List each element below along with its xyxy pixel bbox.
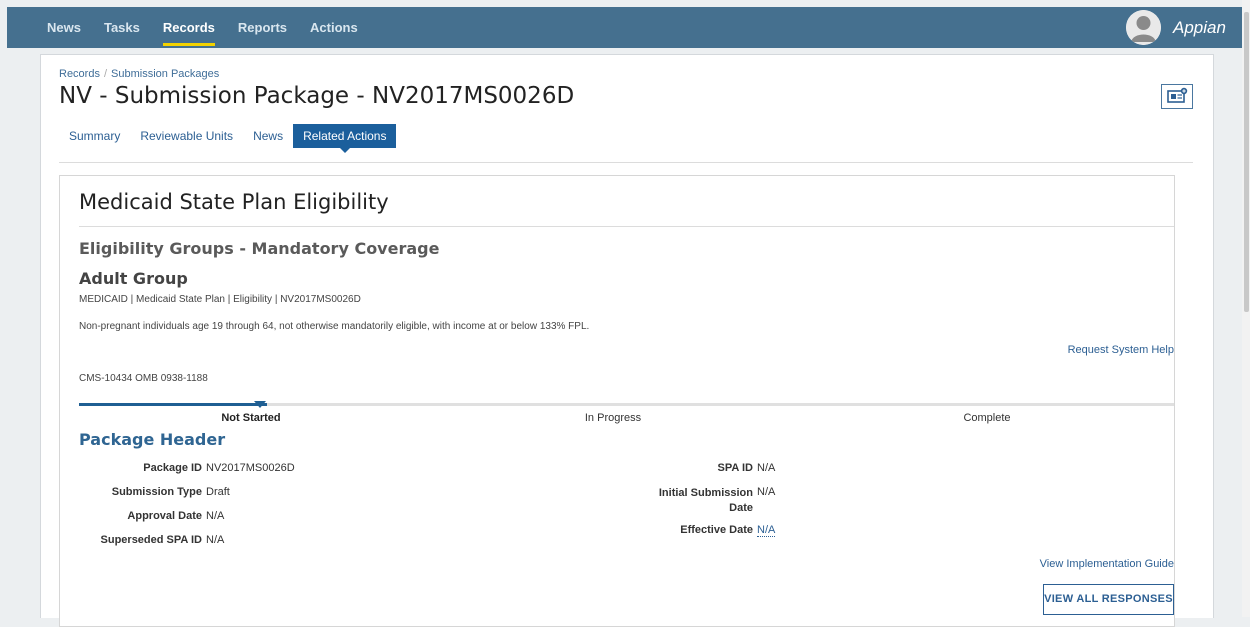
step-complete: Complete <box>963 412 1011 424</box>
field-label: Initial Submission Date <box>659 486 753 516</box>
nav-tasks[interactable]: Tasks <box>104 7 140 48</box>
view-all-responses-button[interactable]: VIEW ALL RESPONSES <box>1043 584 1174 615</box>
form-title: Medicaid State Plan Eligibility <box>79 190 389 214</box>
breadcrumb: Records / Submission Packages <box>59 68 219 80</box>
field-value: N/A <box>206 534 225 546</box>
section-heading: Eligibility Groups - Mandatory Coverage <box>79 239 440 258</box>
field-value: NV2017MS0026D <box>206 462 295 474</box>
field-label-line2: Date <box>729 502 753 514</box>
breadcrumb-records[interactable]: Records <box>59 68 100 80</box>
breadcrumb-submission-packages[interactable]: Submission Packages <box>111 68 219 80</box>
breadcrumb-separator: / <box>103 68 108 80</box>
package-header-heading: Package Header <box>79 430 226 449</box>
progress-marker <box>254 401 266 408</box>
step-not-started: Not Started <box>221 412 281 424</box>
field-label: Package ID <box>143 462 202 474</box>
main-nav: News Tasks Records Reports Actions <box>47 7 381 48</box>
omb-number: CMS-10434 OMB 0938-1188 <box>79 373 208 384</box>
field-value: N/A <box>757 462 776 474</box>
news-export-icon <box>1167 87 1188 103</box>
user-avatar[interactable] <box>1126 10 1161 45</box>
divider <box>59 162 1193 163</box>
nav-actions[interactable]: Actions <box>310 7 358 48</box>
nav-records[interactable]: Records <box>162 7 215 48</box>
field-value: N/A <box>206 510 225 522</box>
field-label: Effective Date <box>680 524 753 536</box>
appian-logo: Appian <box>1173 18 1226 37</box>
field-label: Superseded SPA ID <box>100 534 202 546</box>
page-title: NV - Submission Package - NV2017MS0026D <box>59 83 575 109</box>
effective-date-link[interactable]: N/A <box>757 524 776 537</box>
request-system-help-link[interactable]: Request System Help <box>874 344 1174 356</box>
record-page: Records / Submission Packages NV - Submiss… <box>40 54 1214 627</box>
nav-reports[interactable]: Reports <box>238 7 287 48</box>
content-card: Medicaid State Plan Eligibility Eligibil… <box>59 175 1175 627</box>
tab-reviewable-units[interactable]: Reviewable Units <box>130 124 243 148</box>
record-meta: MEDICAID | Medicaid State Plan | Eligibi… <box>79 294 361 305</box>
field-label-line1: Initial Submission <box>658 487 753 499</box>
subsection-heading: Adult Group <box>79 269 188 288</box>
scrollbar-thumb[interactable] <box>1244 12 1249 312</box>
field-label: Approval Date <box>127 510 202 522</box>
field-value: Draft <box>206 486 230 498</box>
field-label: Submission Type <box>111 486 202 498</box>
field-label: SPA ID <box>717 462 753 474</box>
tab-news[interactable]: News <box>243 124 293 148</box>
user-silhouette-icon <box>1126 10 1161 45</box>
top-navigation-bar: News Tasks Records Reports Actions Appia… <box>7 7 1242 48</box>
step-in-progress: In Progress <box>584 412 642 424</box>
tab-summary[interactable]: Summary <box>59 124 130 148</box>
field-value: N/A <box>757 486 776 498</box>
nav-news[interactable]: News <box>47 7 81 48</box>
record-tabs: Summary Reviewable Units News Related Ac… <box>59 124 397 153</box>
view-implementation-guide-link[interactable]: View Implementation Guide <box>874 558 1174 570</box>
divider <box>79 226 1174 227</box>
export-button[interactable] <box>1161 84 1193 109</box>
progress-fill <box>79 403 267 406</box>
record-description: Non-pregnant individuals age 19 through … <box>79 321 590 332</box>
tab-related-actions[interactable]: Related Actions <box>293 124 397 153</box>
